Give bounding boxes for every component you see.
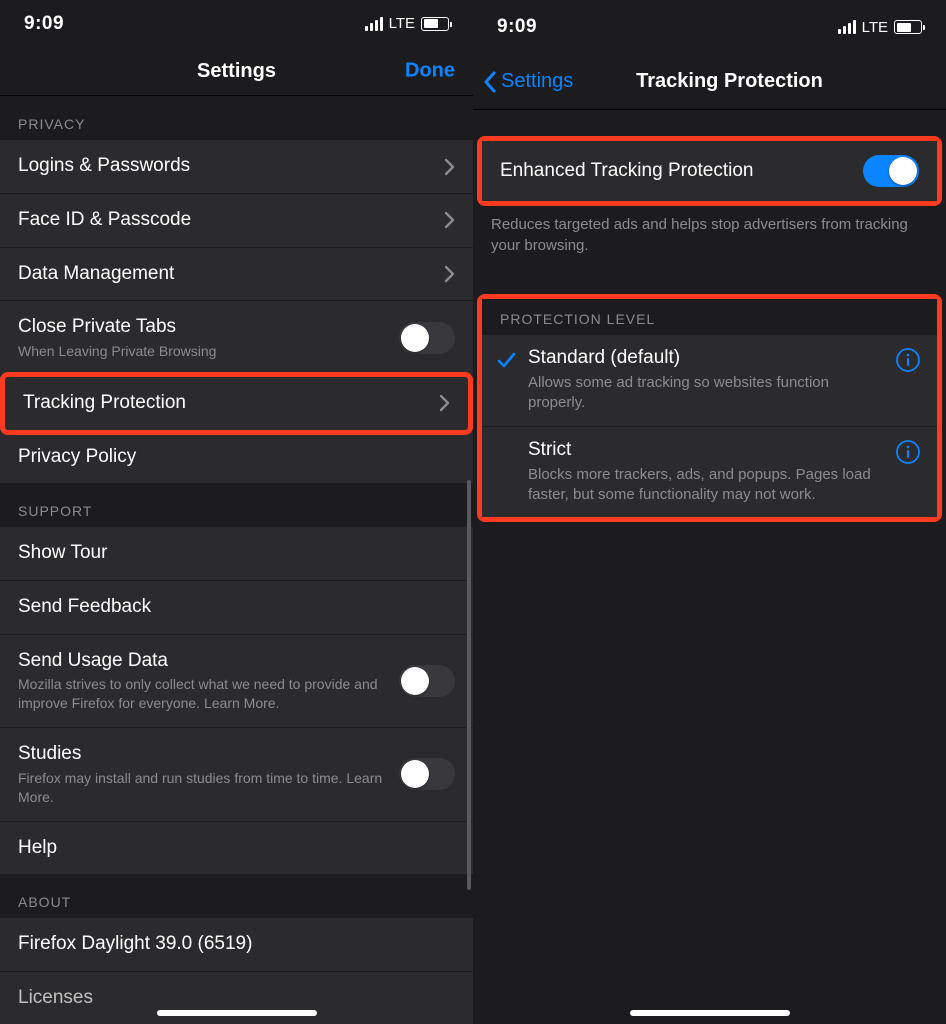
- option-title: Strict: [528, 439, 883, 461]
- row-privacy-policy[interactable]: Privacy Policy: [0, 431, 473, 484]
- toggle-studies[interactable]: [399, 758, 455, 790]
- scrollbar[interactable]: [467, 480, 471, 890]
- status-time: 9:09: [24, 13, 64, 35]
- row-send-feedback[interactable]: Send Feedback: [0, 581, 473, 635]
- signal-icon: [838, 20, 856, 34]
- row-enhanced-tracking-protection[interactable]: Enhanced Tracking Protection: [482, 141, 937, 201]
- highlight-protection-level: PROTECTION LEVEL Standard (default) Allo…: [477, 294, 942, 522]
- nav-title: Settings: [197, 60, 276, 83]
- battery-icon: [894, 20, 922, 34]
- protection-level-list: Standard (default) Allows some ad tracki…: [482, 335, 937, 517]
- row-label: Enhanced Tracking Protection: [500, 159, 754, 184]
- status-bar: 9:09 LTE: [0, 0, 473, 47]
- row-label: Tracking Protection: [23, 391, 186, 416]
- row-label: Show Tour: [18, 541, 107, 566]
- back-label: Settings: [501, 70, 573, 93]
- row-label: Licenses: [18, 986, 93, 1011]
- option-title: Standard (default): [528, 347, 883, 369]
- row-label: Face ID & Passcode: [18, 208, 191, 233]
- checkmark-icon: [494, 347, 518, 370]
- row-logins-passwords[interactable]: Logins & Passwords: [0, 140, 473, 194]
- chevron-right-icon: [439, 394, 450, 412]
- section-header-support: SUPPORT: [0, 483, 473, 527]
- row-help[interactable]: Help: [0, 822, 473, 875]
- row-label: Send Usage Data: [18, 649, 398, 674]
- row-label: Privacy Policy: [18, 445, 136, 470]
- option-standard[interactable]: Standard (default) Allows some ad tracki…: [482, 335, 937, 427]
- row-faceid-passcode[interactable]: Face ID & Passcode: [0, 194, 473, 248]
- toggle-send-usage-data[interactable]: [399, 665, 455, 697]
- highlight-etp: Enhanced Tracking Protection: [477, 136, 942, 206]
- status-bar: 9:09 LTE: [473, 0, 946, 54]
- home-indicator[interactable]: [630, 1010, 790, 1016]
- about-list: Firefox Daylight 39.0 (6519) Licenses: [0, 918, 473, 1024]
- row-send-usage-data[interactable]: Send Usage Data Mozilla strives to only …: [0, 635, 473, 728]
- phone-settings: 9:09 LTE Settings Done PRIVACY Logins & …: [0, 0, 473, 1024]
- toggle-enhanced-tracking-protection[interactable]: [863, 155, 919, 187]
- phone-tracking-protection: 9:09 LTE Settings Tracking Protection En…: [473, 0, 946, 1024]
- support-list: Show Tour Send Feedback Send Usage Data …: [0, 527, 473, 874]
- status-time: 9:09: [497, 16, 537, 38]
- row-tracking-protection[interactable]: Tracking Protection: [5, 377, 468, 430]
- network-label: LTE: [389, 15, 415, 32]
- chevron-right-icon: [444, 158, 455, 176]
- back-button[interactable]: Settings: [483, 70, 573, 94]
- highlight-tracking-protection: Tracking Protection: [0, 372, 473, 435]
- row-label: Studies: [18, 742, 398, 767]
- info-button[interactable]: [893, 439, 923, 465]
- signal-icon: [365, 17, 383, 31]
- done-button[interactable]: Done: [405, 60, 455, 83]
- row-label: Send Feedback: [18, 595, 151, 620]
- toggle-close-private-tabs[interactable]: [399, 322, 455, 354]
- row-label: Close Private Tabs: [18, 315, 216, 340]
- row-close-private-tabs[interactable]: Close Private Tabs When Leaving Private …: [0, 301, 473, 376]
- section-header-about: ABOUT: [0, 874, 473, 918]
- status-indicators: LTE: [838, 19, 922, 36]
- row-label: Firefox Daylight 39.0 (6519): [18, 932, 252, 957]
- section-header-protection-level: PROTECTION LEVEL: [482, 299, 937, 335]
- option-strict[interactable]: Strict Blocks more trackers, ads, and po…: [482, 427, 937, 518]
- chevron-right-icon: [444, 211, 455, 229]
- row-sublabel: When Leaving Private Browsing: [18, 342, 216, 361]
- row-firefox-version[interactable]: Firefox Daylight 39.0 (6519): [0, 918, 473, 972]
- etp-description: Reduces targeted ads and helps stop adve…: [473, 206, 946, 272]
- navbar: Settings Tracking Protection: [473, 54, 946, 110]
- home-indicator[interactable]: [157, 1010, 317, 1016]
- row-data-management[interactable]: Data Management: [0, 248, 473, 302]
- row-studies[interactable]: Studies Firefox may install and run stud…: [0, 728, 473, 821]
- row-label: Logins & Passwords: [18, 154, 190, 179]
- chevron-right-icon: [444, 265, 455, 283]
- row-label: Data Management: [18, 262, 174, 287]
- row-show-tour[interactable]: Show Tour: [0, 527, 473, 581]
- row-sublabel: Mozilla strives to only collect what we …: [18, 675, 398, 713]
- status-indicators: LTE: [365, 15, 449, 32]
- option-description: Allows some ad tracking so websites func…: [528, 373, 883, 414]
- section-header-privacy: PRIVACY: [0, 96, 473, 140]
- navbar: Settings Done: [0, 47, 473, 96]
- spacer: [473, 110, 946, 136]
- chevron-left-icon: [483, 70, 497, 94]
- network-label: LTE: [862, 19, 888, 36]
- privacy-list: Logins & Passwords Face ID & Passcode Da…: [0, 140, 473, 483]
- spacer: [473, 272, 946, 294]
- checkmark-placeholder: [494, 439, 518, 442]
- row-sublabel: Firefox may install and run studies from…: [18, 769, 398, 807]
- row-label: Help: [18, 836, 57, 861]
- info-button[interactable]: [893, 347, 923, 373]
- option-description: Blocks more trackers, ads, and popups. P…: [528, 465, 883, 506]
- row-licenses[interactable]: Licenses: [0, 972, 473, 1024]
- battery-icon: [421, 17, 449, 31]
- dual-screenshot: 9:09 LTE Settings Done PRIVACY Logins & …: [0, 0, 946, 1024]
- nav-title: Tracking Protection: [636, 70, 823, 93]
